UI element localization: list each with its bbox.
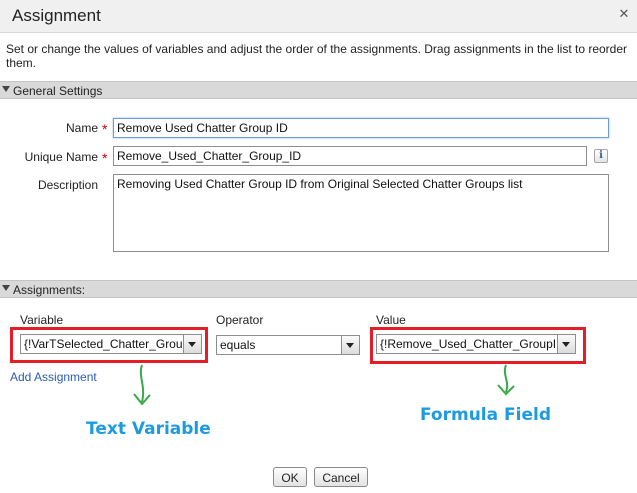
description-label: Description <box>37 178 98 192</box>
close-icon[interactable]: ✕ <box>617 7 631 21</box>
variable-dropdown-button[interactable] <box>183 335 201 353</box>
unique-name-required-mark: * <box>102 150 108 166</box>
variable-value: {!VarTSelected_Chatter_Grou <box>24 337 182 351</box>
dialog-titlebar: Assignment ✕ <box>0 0 637 33</box>
name-label: Name <box>65 121 98 135</box>
assignment-dialog: Assignment ✕ Set or change the values of… <box>0 0 637 493</box>
info-icon[interactable]: i <box>594 149 608 163</box>
general-settings-section-header[interactable]: General Settings <box>0 81 637 99</box>
dialog-intro-text: Set or change the values of variables an… <box>6 42 628 70</box>
operator-select[interactable]: equals <box>216 335 360 355</box>
operator-value: equals <box>220 338 256 352</box>
description-textarea[interactable]: Removing Used Chatter Group ID from Orig… <box>113 174 609 252</box>
collapse-triangle-icon <box>2 86 10 92</box>
unique-name-label: Unique Name <box>24 150 98 164</box>
variable-column-label: Variable <box>20 313 64 327</box>
operator-column-label: Operator <box>216 313 264 327</box>
chevron-down-icon <box>188 342 196 347</box>
chevron-down-icon <box>346 343 354 348</box>
assignments-label: Assignments: <box>13 283 86 297</box>
variable-combobox[interactable]: {!VarTSelected_Chatter_Grou <box>20 334 202 354</box>
chevron-down-icon <box>562 342 570 347</box>
unique-name-input[interactable]: Remove_Used_Chatter_Group_ID <box>113 146 587 166</box>
value-value: {!Remove_Used_Chatter_GroupID <box>380 337 556 351</box>
value-combobox[interactable]: {!Remove_Used_Chatter_GroupID <box>376 334 576 354</box>
assignments-section-header[interactable]: Assignments: <box>0 280 637 298</box>
value-dropdown-button[interactable] <box>557 335 575 353</box>
add-assignment-link[interactable]: Add Assignment <box>10 370 97 384</box>
general-settings-label: General Settings <box>13 84 103 98</box>
operator-dropdown-button[interactable] <box>341 336 359 354</box>
formula-field-annotation: Formula Field <box>420 405 551 425</box>
value-column-label: Value <box>376 313 406 327</box>
cancel-button[interactable]: Cancel <box>314 467 368 487</box>
name-required-mark: * <box>102 121 108 137</box>
text-variable-annotation: Text Variable <box>86 419 211 439</box>
collapse-triangle-icon <box>2 285 10 291</box>
dialog-title: Assignment <box>12 6 101 25</box>
annotation-arrow-left <box>133 364 151 406</box>
ok-button[interactable]: OK <box>273 467 307 487</box>
name-input[interactable]: Remove Used Chatter Group ID <box>113 118 609 138</box>
annotation-arrow-right <box>497 364 515 396</box>
